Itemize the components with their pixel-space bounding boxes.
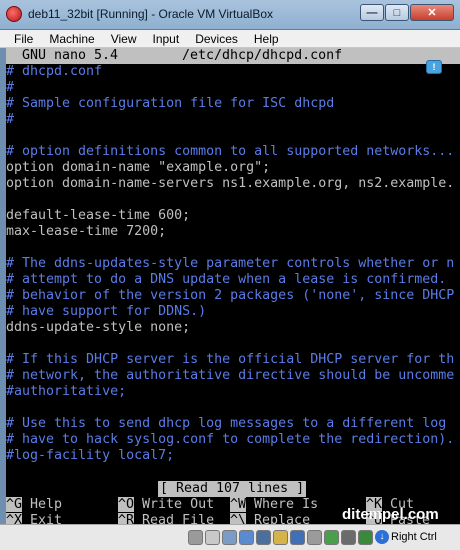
- editor-line: # If this DHCP server is the official DH…: [6, 352, 455, 367]
- editor-line: #log-facility local7;: [6, 448, 175, 463]
- shared-folders-icon[interactable]: [273, 530, 288, 545]
- editor-line: #authoritative;: [6, 384, 127, 399]
- shortcut-key: ^\: [230, 513, 247, 524]
- maximize-button[interactable]: □: [385, 4, 409, 21]
- shortcut-key: ^O: [118, 497, 135, 512]
- watermark: ditempel.com: [342, 506, 439, 523]
- menu-devices[interactable]: Devices: [187, 32, 246, 46]
- menu-machine[interactable]: Machine: [41, 32, 102, 46]
- editor-line: # have support for DDNS.): [6, 304, 207, 319]
- nano-header: GNU nano 5.4 /etc/dhcp/dhcpd.conf: [6, 48, 460, 64]
- shortcut-exit: ^X Exit: [6, 513, 62, 524]
- editor-line: # The ddns-updates-style parameter contr…: [6, 256, 455, 271]
- shortcut-read-file: ^R Read File: [118, 513, 214, 524]
- editor-line: default-lease-time 600;: [6, 208, 191, 223]
- video-capture-icon[interactable]: [307, 530, 322, 545]
- editor-line: # option definitions common to all suppo…: [6, 144, 455, 159]
- editor-line: #: [6, 80, 15, 95]
- mouse-integration-icon[interactable]: [324, 530, 339, 545]
- shortcut-label: Help: [30, 497, 63, 512]
- host-key-label: Right Ctrl: [391, 531, 437, 543]
- host-key-arrow-icon: ↓: [375, 530, 389, 544]
- cpu-icon[interactable]: [341, 530, 356, 545]
- close-button[interactable]: ✕: [410, 4, 454, 21]
- editor-line: # dhcpd.conf: [6, 64, 103, 79]
- nano-status: [ Read 107 lines ]: [158, 481, 307, 497]
- shortcut-where-is: ^W Where Is: [230, 497, 318, 513]
- window-title: deb11_32bit [Running] - Oracle VM Virtua…: [28, 7, 274, 21]
- shortcut-write-out: ^O Write Out: [118, 497, 214, 513]
- shortcut-key: ^W: [230, 497, 247, 512]
- virtualbox-app-icon: [6, 6, 22, 22]
- nano-filename: /etc/dhcp/dhcpd.conf: [182, 48, 343, 63]
- editor-line: # have to hack syslog.conf to complete t…: [6, 432, 455, 447]
- menu-help[interactable]: Help: [246, 32, 287, 46]
- shortcut-key: ^R: [118, 513, 135, 524]
- editor-line: option domain-name-servers ns1.example.o…: [6, 176, 455, 191]
- editor-line: option domain-name "example.org";: [6, 160, 271, 175]
- audio-icon[interactable]: [222, 530, 237, 545]
- editor-line: #: [6, 112, 15, 127]
- guest-terminal[interactable]: GNU nano 5.4 /etc/dhcp/dhcpd.conf # dhcp…: [6, 48, 460, 524]
- nano-version: GNU nano 5.4: [22, 48, 119, 63]
- window-titlebar[interactable]: deb11_32bit [Running] - Oracle VM Virtua…: [0, 0, 460, 30]
- network-icon[interactable]: [239, 530, 254, 545]
- shortcut-label: Write Out: [142, 497, 215, 512]
- menu-file[interactable]: File: [0, 32, 41, 46]
- vbox-status-bar: ↓ Right Ctrl: [0, 524, 460, 550]
- menu-input[interactable]: Input: [145, 32, 188, 46]
- shortcut-key: ^G: [6, 497, 23, 512]
- editor-line: # Use this to send dhcp log messages to …: [6, 416, 447, 431]
- shortcut-label: Where Is: [254, 497, 319, 512]
- nano-status-row: [ Read 107 lines ]: [6, 481, 460, 497]
- shortcut-label: Exit: [30, 513, 63, 524]
- optical-drive-icon[interactable]: [205, 530, 220, 545]
- editor-line: # network, the authoritative directive s…: [6, 368, 455, 383]
- editor-line: # behavior of the version 2 packages ('n…: [6, 288, 455, 303]
- minimize-button[interactable]: —: [360, 4, 384, 21]
- menu-view[interactable]: View: [103, 32, 145, 46]
- editor-buffer[interactable]: # dhcpd.conf # # Sample configuration file…: [6, 64, 460, 464]
- usb-icon[interactable]: [256, 530, 271, 545]
- shortcut-help: ^G Help: [6, 497, 62, 513]
- guest-additions-icon[interactable]: [358, 530, 373, 545]
- hard-disk-icon[interactable]: [188, 530, 203, 545]
- notification-icon[interactable]: !: [426, 60, 442, 74]
- editor-line: # Sample configuration file for ISC dhcp…: [6, 96, 335, 111]
- shortcut-key: ^X: [6, 513, 23, 524]
- shortcut-label: Read File: [142, 513, 215, 524]
- editor-line: ddns-update-style none;: [6, 320, 191, 335]
- menu-bar: File Machine View Input Devices Help: [0, 30, 460, 48]
- display-icon[interactable]: [290, 530, 305, 545]
- editor-line: max-lease-time 7200;: [6, 224, 167, 239]
- shortcut-label: Replace: [254, 513, 311, 524]
- editor-line: # attempt to do a DNS update when a leas…: [6, 272, 447, 287]
- shortcut-replace: ^\ Replace: [230, 513, 310, 524]
